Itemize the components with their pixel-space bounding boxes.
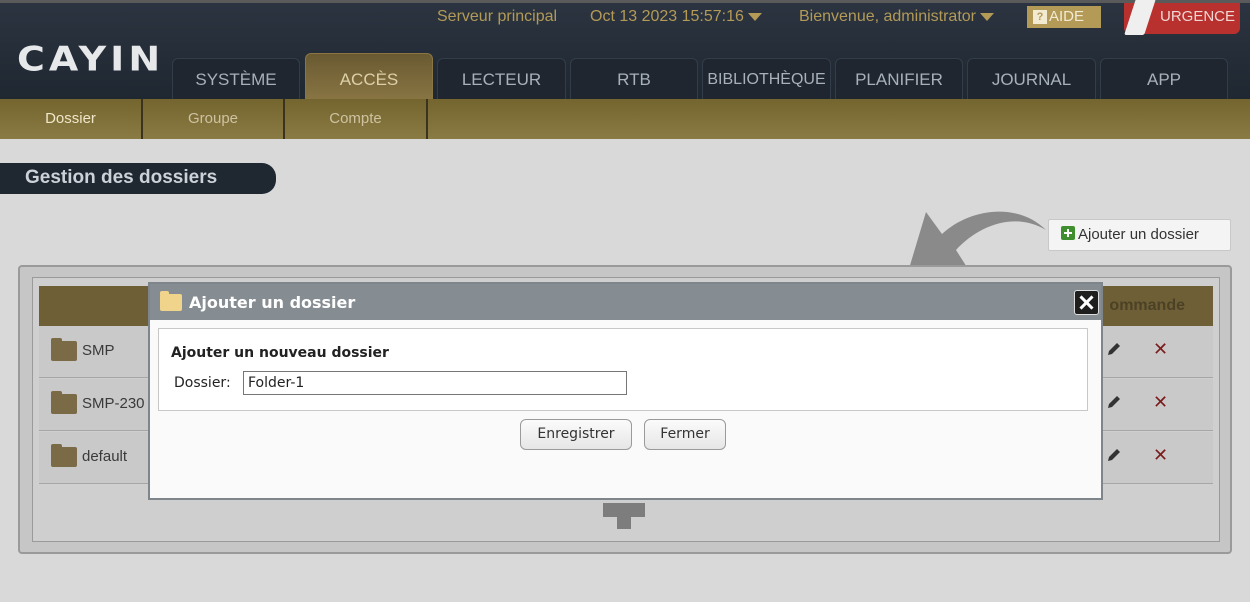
dialog-title-bar: Ajouter un dossier [150,284,1101,320]
dialog-title: Ajouter un dossier [189,293,356,312]
close-icon[interactable] [1074,290,1099,315]
dialog-form: Ajouter un nouveau dossier Dossier: [158,328,1088,411]
form-heading: Ajouter un nouveau dossier [171,345,389,361]
add-folder-dialog: Ajouter un dossier Ajouter un nouveau do… [148,282,1103,500]
folder-field-label: Dossier: [174,375,231,391]
folder-name-input[interactable] [243,371,627,395]
folder-icon [160,291,182,311]
close-button[interactable]: Fermer [644,419,726,450]
save-button[interactable]: Enregistrer [520,419,632,450]
